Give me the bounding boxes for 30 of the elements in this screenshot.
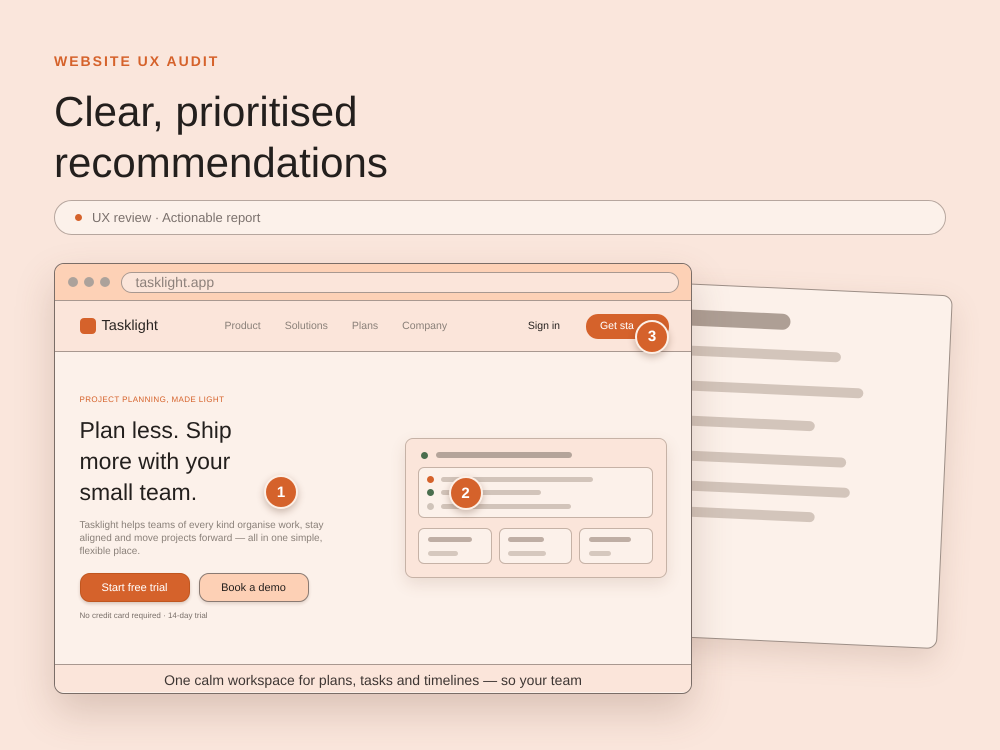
hero-eyebrow: PROJECT PLANNING, MADE LIGHT: [80, 395, 226, 405]
nav-link[interactable]: Product: [224, 320, 261, 332]
footer-tagline: One calm workspace for plans, tasks and timelines — so your team: [164, 672, 582, 688]
window-dot-icon[interactable]: [84, 277, 94, 287]
status-dot-icon: [421, 452, 428, 458]
placeholder-bar: [588, 536, 631, 542]
placeholder-bar: [508, 550, 546, 556]
nav-link[interactable]: Company: [402, 320, 448, 332]
dot-icon: [75, 214, 82, 221]
brand-name[interactable]: Tasklight: [102, 318, 158, 334]
hero-description: Tasklight helps teams of every kind organise work, stay aligned and move projects forward — all in one simple, flexible place.: [80, 519, 324, 558]
nav-link[interactable]: Plans: [352, 320, 378, 332]
hero-button[interactable]: Start free trial: [80, 573, 190, 602]
nav-link[interactable]: Solutions: [284, 320, 328, 332]
window-dot-icon[interactable]: [68, 277, 78, 287]
logo-icon[interactable]: [80, 318, 96, 334]
tagline-text: UX review · Actionable report: [92, 210, 260, 225]
annotation-marker: 1: [264, 475, 298, 509]
window-dot-icon[interactable]: [100, 277, 110, 287]
placeholder-bar: [588, 550, 611, 556]
placeholder-bar: [508, 536, 544, 542]
trial-note: No credit card required · 14-day trial: [80, 611, 209, 621]
hero-button[interactable]: Book a demo: [198, 573, 308, 602]
hero-headline: Plan less. Ship more with your small team.: [80, 416, 233, 507]
address-bar[interactable]: tasklight.app: [120, 272, 678, 292]
eyebrow-label: WEBSITE UX AUDIT: [54, 53, 220, 69]
sign-in-link[interactable]: Sign in: [528, 320, 560, 332]
placeholder-bar: [428, 550, 458, 556]
placeholder-bar: [428, 536, 472, 542]
page-title: Clear, prioritised recommendations: [54, 87, 389, 188]
